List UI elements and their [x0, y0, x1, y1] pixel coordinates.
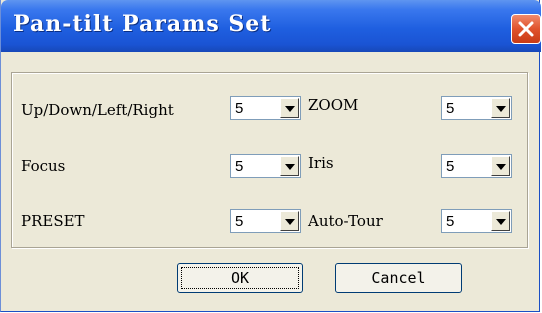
- cancel-label: Cancel: [371, 269, 426, 287]
- cancel-button[interactable]: Cancel: [335, 263, 462, 293]
- updown-dropdown-button[interactable]: [280, 98, 299, 118]
- chevron-down-icon: [496, 219, 506, 225]
- chevron-down-icon: [285, 106, 295, 112]
- preset-label: PRESET: [21, 212, 85, 230]
- close-icon: [518, 21, 534, 37]
- zoom-dropdown-button[interactable]: [491, 98, 510, 118]
- focus-label: Focus: [21, 157, 66, 175]
- preset-dropdown-button[interactable]: [280, 211, 299, 231]
- ok-focus-rect: OK: [181, 267, 299, 289]
- window-title: Pan-tilt Params Set: [13, 11, 272, 37]
- iris-dropdown-button[interactable]: [491, 156, 510, 176]
- zoom-label: ZOOM: [308, 96, 359, 114]
- focus-value: 5: [235, 158, 244, 175]
- autotour-dropdown-button[interactable]: [491, 211, 510, 231]
- autotour-select[interactable]: 5: [441, 209, 512, 233]
- dialog-window: Pan-tilt Params Set Up/Down/Left/Right 5…: [0, 0, 541, 312]
- focus-select[interactable]: 5: [230, 154, 301, 178]
- autotour-label: Auto-Tour: [308, 212, 383, 230]
- iris-select[interactable]: 5: [441, 154, 512, 178]
- close-button[interactable]: [511, 14, 541, 44]
- preset-select[interactable]: 5: [230, 209, 301, 233]
- updown-value: 5: [235, 100, 244, 117]
- updown-label: Up/Down/Left/Right: [21, 101, 174, 119]
- title-bar[interactable]: Pan-tilt Params Set: [1, 0, 541, 52]
- updown-select[interactable]: 5: [230, 96, 301, 120]
- iris-value: 5: [446, 158, 455, 175]
- focus-dropdown-button[interactable]: [280, 156, 299, 176]
- preset-value: 5: [235, 213, 244, 230]
- chevron-down-icon: [285, 164, 295, 170]
- ok-label: OK: [230, 269, 250, 287]
- ok-button[interactable]: OK: [177, 263, 303, 293]
- chevron-down-icon: [496, 164, 506, 170]
- autotour-value: 5: [446, 213, 455, 230]
- chevron-down-icon: [496, 106, 506, 112]
- iris-label: Iris: [308, 154, 334, 172]
- zoom-value: 5: [446, 100, 455, 117]
- chevron-down-icon: [285, 219, 295, 225]
- zoom-select[interactable]: 5: [441, 96, 512, 120]
